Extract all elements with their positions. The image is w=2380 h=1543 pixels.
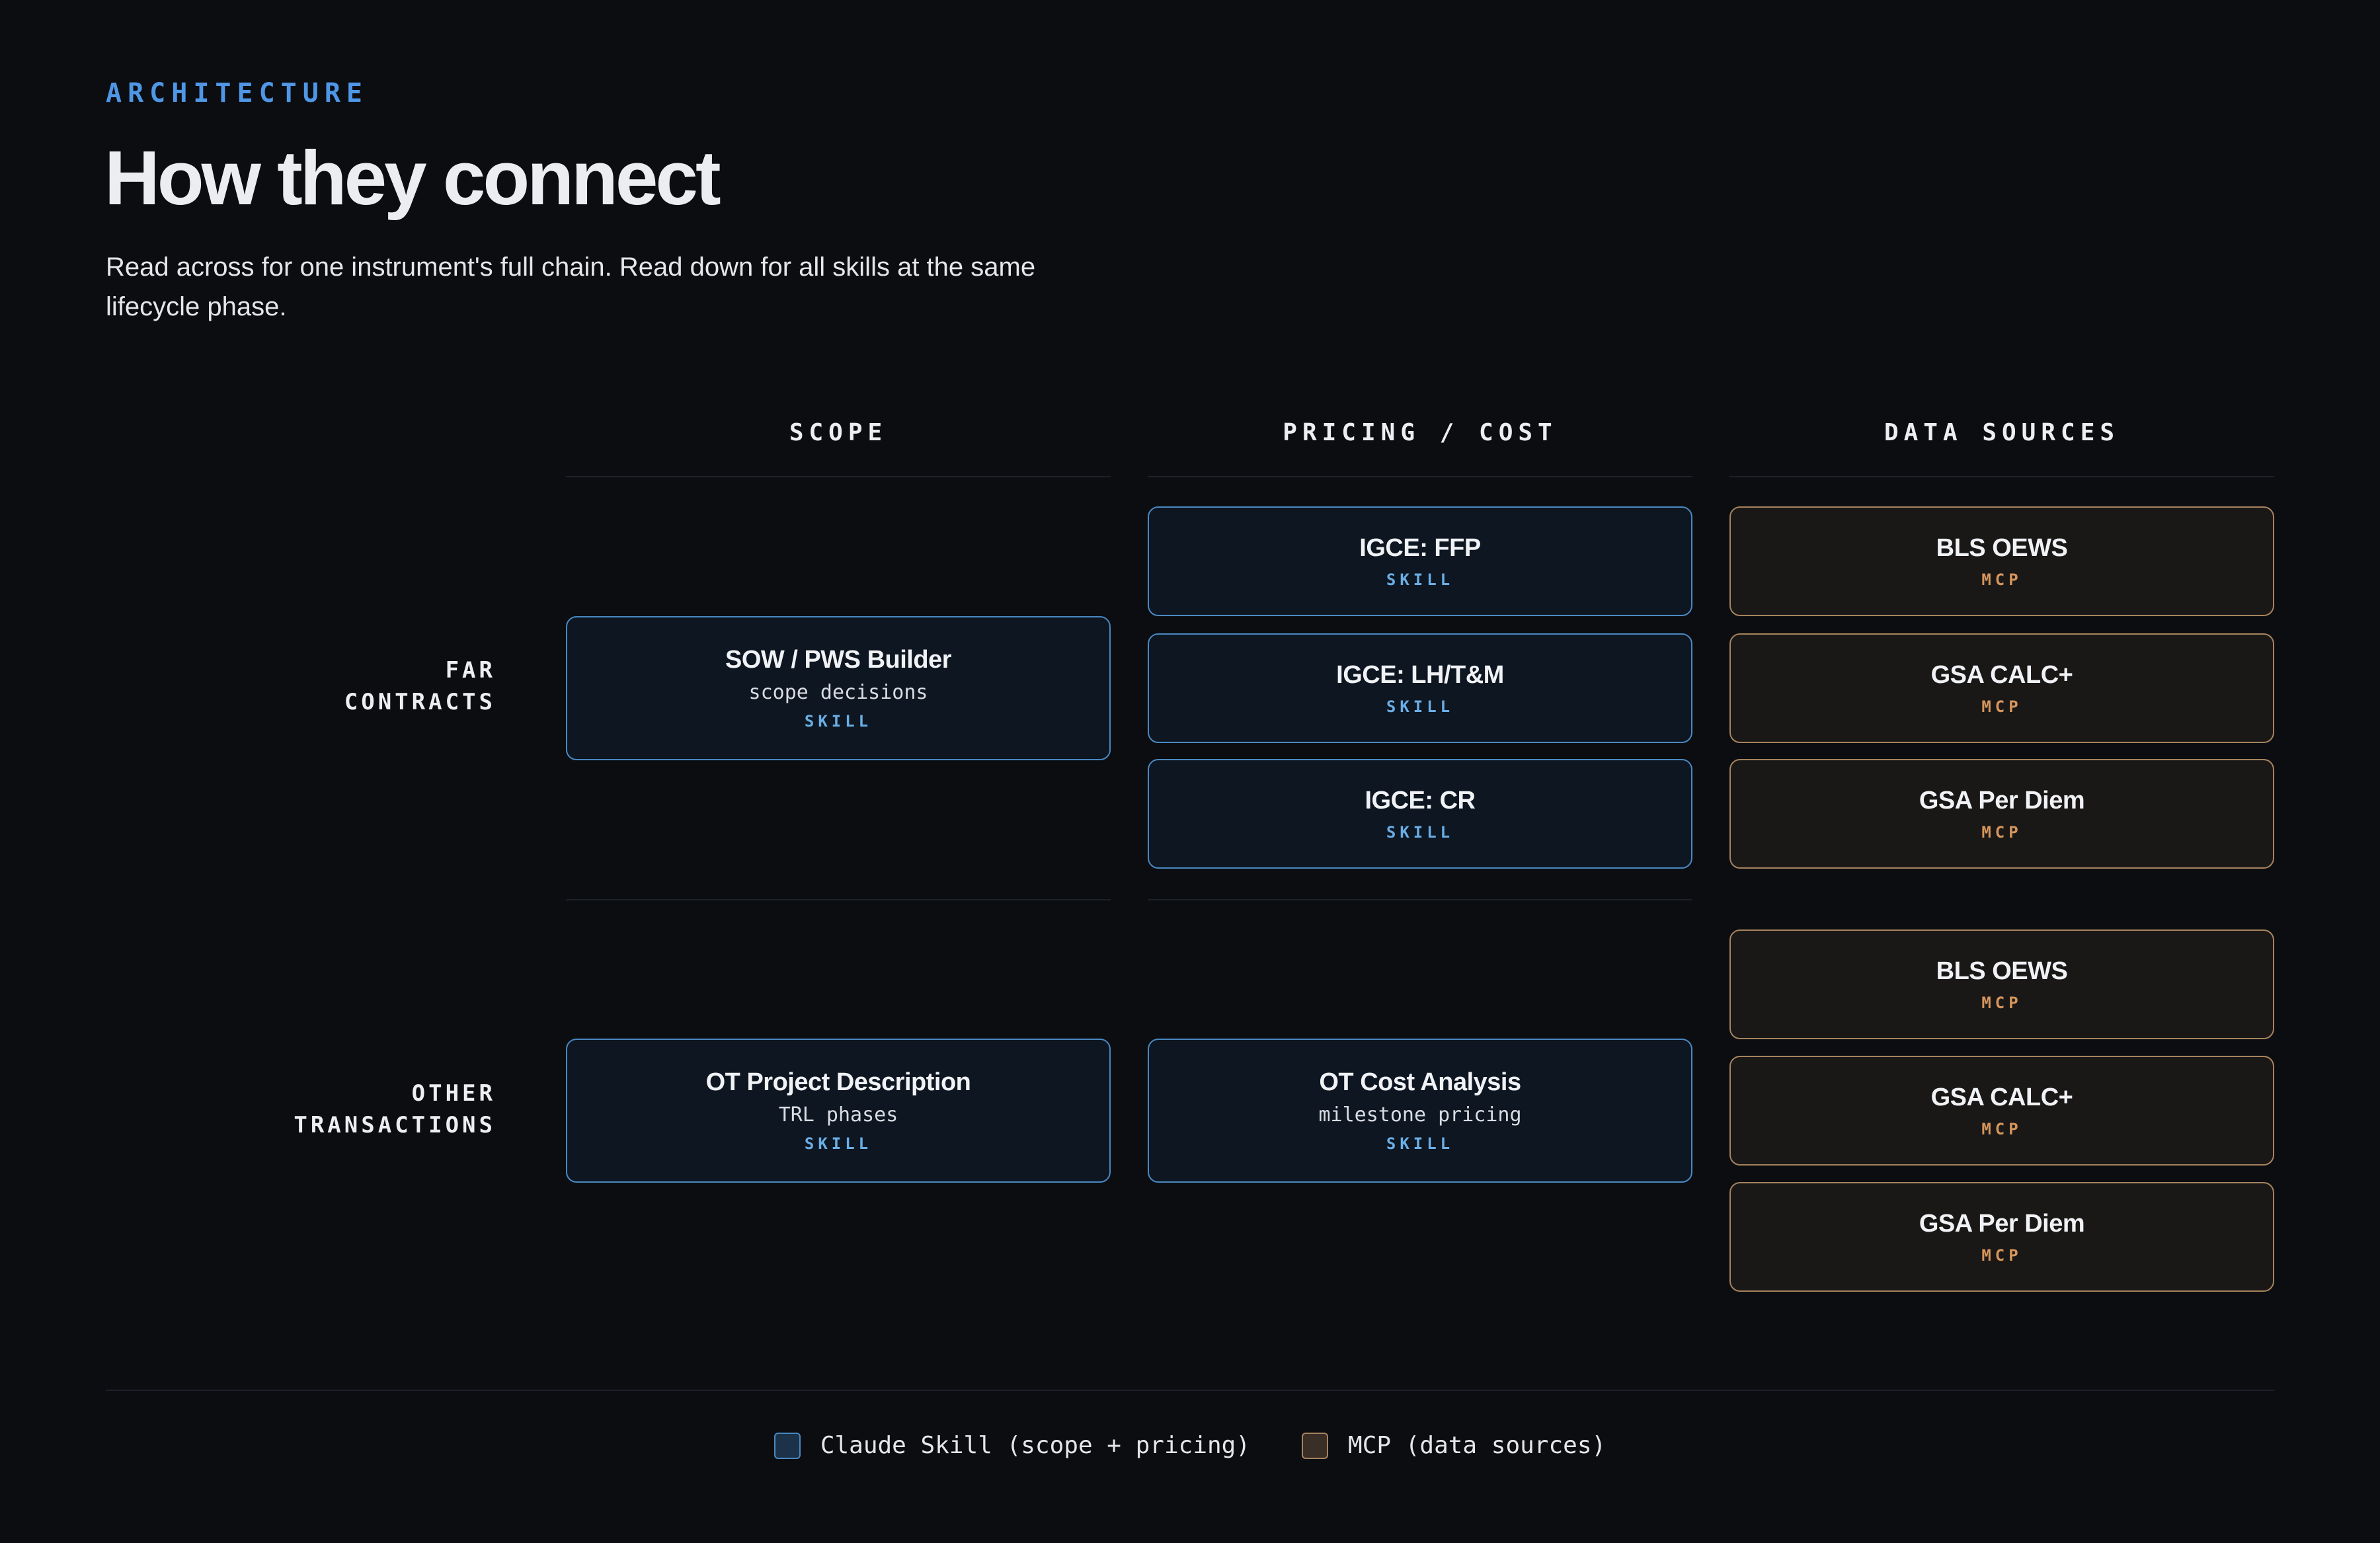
- card-gsa-calc-plus[interactable]: GSA CALC+ MCP: [1729, 1056, 2274, 1166]
- footer-divider: [106, 1390, 2274, 1391]
- card-type-tag: SKILL: [1386, 570, 1454, 589]
- card-type-tag: SKILL: [1386, 697, 1454, 716]
- card-type-tag: MCP: [1981, 1119, 2022, 1138]
- column-header-scope: SCOPE: [789, 419, 888, 446]
- row-label-line: TRANSACTIONS: [294, 1112, 496, 1138]
- column-header-data-sources: DATA SOURCES: [1884, 419, 2120, 446]
- card-ot-project-description[interactable]: OT Project Description TRL phases SKILL: [566, 1039, 1111, 1183]
- legend-item-skill: Claude Skill (scope + pricing): [774, 1432, 1250, 1459]
- legend-label: MCP (data sources): [1348, 1432, 1606, 1459]
- card-description: scope decisions: [748, 681, 928, 704]
- row-label-other-transactions: OTHER TRANSACTIONS: [294, 1078, 496, 1141]
- card-title: OT Project Description: [705, 1068, 971, 1096]
- card-title: BLS OEWS: [1936, 957, 2068, 985]
- card-ot-cost-analysis[interactable]: OT Cost Analysis milestone pricing SKILL: [1148, 1039, 1692, 1183]
- card-type-tag: SKILL: [1386, 822, 1454, 842]
- card-igce-ffp[interactable]: IGCE: FFP SKILL: [1148, 506, 1692, 616]
- card-title: BLS OEWS: [1936, 534, 2068, 562]
- card-type-tag: MCP: [1981, 697, 2022, 716]
- card-title: OT Cost Analysis: [1319, 1068, 1521, 1096]
- column-header-pricing: PRICING / COST: [1283, 419, 1558, 446]
- card-sow-pws-builder[interactable]: SOW / PWS Builder scope decisions SKILL: [566, 616, 1111, 760]
- card-title: IGCE: LH/T&M: [1336, 660, 1504, 689]
- card-bls-oews[interactable]: BLS OEWS MCP: [1729, 506, 2274, 616]
- row-divider: [566, 899, 1111, 900]
- card-type-tag: MCP: [1981, 570, 2022, 589]
- card-gsa-per-diem[interactable]: GSA Per Diem MCP: [1729, 1182, 2274, 1292]
- card-gsa-per-diem[interactable]: GSA Per Diem MCP: [1729, 759, 2274, 869]
- card-type-tag: SKILL: [804, 1134, 873, 1153]
- card-title: GSA Per Diem: [1919, 1209, 2085, 1238]
- card-igce-lh-tm[interactable]: IGCE: LH/T&M SKILL: [1148, 633, 1692, 743]
- card-title: IGCE: CR: [1365, 786, 1476, 814]
- card-description: milestone pricing: [1318, 1103, 1522, 1127]
- card-description: TRL phases: [778, 1103, 898, 1127]
- legend-item-mcp: MCP (data sources): [1302, 1432, 1606, 1459]
- card-type-tag: MCP: [1981, 993, 2022, 1012]
- card-igce-cr[interactable]: IGCE: CR SKILL: [1148, 759, 1692, 869]
- eyebrow-label: ARCHITECTURE: [106, 78, 368, 108]
- legend: Claude Skill (scope + pricing) MCP (data…: [0, 1432, 2380, 1459]
- header-divider: [1148, 476, 1692, 477]
- row-label-line: CONTRACTS: [344, 689, 496, 715]
- row-divider: [1148, 899, 1692, 900]
- card-title: GSA CALC+: [1930, 660, 2073, 689]
- card-type-tag: SKILL: [804, 712, 873, 731]
- card-type-tag: SKILL: [1386, 1134, 1454, 1153]
- skill-swatch-icon: [774, 1432, 801, 1459]
- card-gsa-calc-plus[interactable]: GSA CALC+ MCP: [1729, 633, 2274, 743]
- card-type-tag: MCP: [1981, 1246, 2022, 1265]
- card-type-tag: MCP: [1981, 822, 2022, 842]
- header-divider: [1729, 476, 2274, 477]
- row-label-far-contracts: FAR CONTRACTS: [344, 654, 496, 718]
- page-title: How they connect: [104, 135, 721, 221]
- row-label-line: FAR: [445, 657, 496, 684]
- row-label-line: OTHER: [411, 1080, 496, 1107]
- legend-label: Claude Skill (scope + pricing): [820, 1432, 1251, 1459]
- page-subtitle: Read across for one instrument's full ch…: [106, 253, 1036, 321]
- mcp-swatch-icon: [1302, 1432, 1329, 1459]
- card-title: GSA CALC+: [1930, 1083, 2073, 1111]
- card-title: GSA Per Diem: [1919, 786, 2085, 814]
- card-bls-oews[interactable]: BLS OEWS MCP: [1729, 930, 2274, 1039]
- card-title: SOW / PWS Builder: [725, 646, 951, 674]
- card-title: IGCE: FFP: [1359, 534, 1481, 562]
- header-divider: [566, 476, 1111, 477]
